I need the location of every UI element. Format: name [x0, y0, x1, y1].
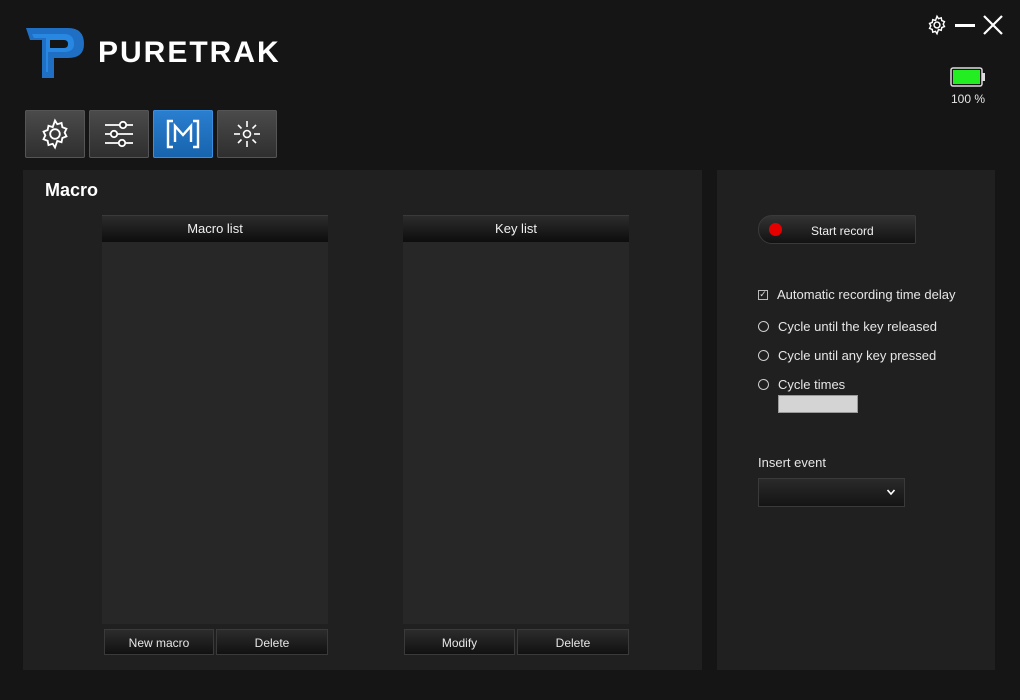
cycle-until-any-key-option[interactable]: Cycle until any key pressed	[758, 348, 936, 363]
delete-key-button[interactable]: Delete	[517, 629, 629, 655]
battery-icon	[950, 67, 985, 87]
auto-delay-checkbox[interactable]: ✓	[758, 289, 768, 300]
close-button[interactable]	[980, 12, 1006, 38]
chevron-down-icon	[886, 489, 896, 496]
insert-event-select[interactable]	[758, 478, 905, 507]
cycle-until-any-key-radio[interactable]	[758, 350, 769, 361]
start-record-label: Start record	[811, 224, 874, 238]
auto-delay-option[interactable]: ✓ Automatic recording time delay	[758, 287, 955, 302]
delete-macro-button[interactable]: Delete	[216, 629, 328, 655]
key-list: Key list	[403, 215, 629, 624]
minimize-icon	[955, 24, 975, 27]
gear-icon	[928, 14, 946, 36]
key-list-header: Key list	[403, 215, 629, 242]
recording-panel	[717, 170, 995, 670]
record-dot-icon	[769, 223, 782, 236]
lighting-icon	[234, 121, 260, 147]
cycle-until-released-label: Cycle until the key released	[778, 319, 937, 334]
cycle-times-radio[interactable]	[758, 379, 769, 390]
new-macro-button[interactable]: New macro	[104, 629, 214, 655]
auto-delay-label: Automatic recording time delay	[777, 287, 956, 302]
tab-general-settings[interactable]	[25, 110, 85, 158]
cycle-times-label: Cycle times	[778, 377, 846, 392]
minimize-button[interactable]	[952, 12, 978, 38]
brand-name: PURETRAK	[98, 36, 281, 69]
battery-percentage: 100 %	[950, 92, 986, 106]
cycle-times-option[interactable]: Cycle times	[758, 377, 845, 392]
cycle-times-input[interactable]	[778, 395, 858, 413]
settings-button[interactable]	[924, 12, 950, 38]
macro-list-header: Macro list	[102, 215, 328, 242]
modify-key-button[interactable]: Modify	[404, 629, 515, 655]
macro-m-icon	[166, 119, 200, 149]
tab-performance[interactable]	[89, 110, 149, 158]
cycle-until-released-option[interactable]: Cycle until the key released	[758, 319, 937, 334]
start-record-button[interactable]: Start record	[758, 215, 916, 244]
puretrak-logo-icon	[26, 28, 84, 78]
key-list-body[interactable]	[403, 242, 629, 624]
close-icon	[983, 15, 1003, 35]
macro-list-body[interactable]	[102, 242, 328, 624]
gear-icon	[42, 118, 68, 150]
sliders-icon	[105, 120, 133, 148]
cycle-until-released-radio[interactable]	[758, 321, 769, 332]
macro-list: Macro list	[102, 215, 328, 624]
tab-lighting[interactable]	[217, 110, 277, 158]
cycle-until-any-key-label: Cycle until any key pressed	[778, 348, 937, 363]
insert-event-label: Insert event	[758, 455, 826, 470]
tab-macro[interactable]	[153, 110, 213, 158]
page-title: Macro	[45, 180, 99, 200]
